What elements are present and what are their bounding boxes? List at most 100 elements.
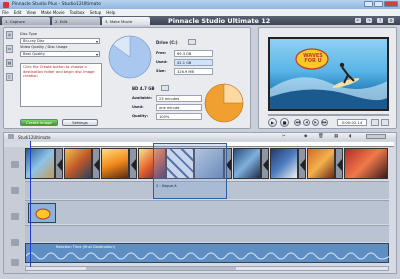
- bd-label: BD: [132, 86, 139, 91]
- play-button[interactable]: ▶: [268, 118, 277, 127]
- bd-stats: Available: 23 minutes Used: one minute Qua…: [132, 94, 202, 121]
- mode-bar: 1. Capture 2. Edit 3. Make Movie Pinnacl…: [0, 16, 400, 25]
- title-track-icon[interactable]: [11, 213, 19, 220]
- undo-icon[interactable]: ↶: [355, 18, 361, 23]
- soundtrack-clip[interactable]: Reaction Time (final Destination): [25, 243, 390, 263]
- video-track-icon[interactable]: [11, 161, 19, 168]
- volume-icon[interactable]: [381, 119, 389, 126]
- menu-bar: File Edit View Make Movie Toolbox Setup …: [0, 9, 400, 16]
- stop-button[interactable]: ■: [280, 118, 289, 127]
- video-clip[interactable]: [101, 148, 129, 179]
- transition-icon[interactable]: [129, 148, 137, 179]
- app-icon: [3, 1, 9, 8]
- scrubber-bar[interactable]: [268, 114, 389, 116]
- rewind-button[interactable]: ◀◀: [294, 119, 301, 126]
- fullscreen-icon[interactable]: [371, 119, 379, 126]
- timecode-display[interactable]: 0:00:02.14: [337, 119, 367, 126]
- tab-make-movie[interactable]: 3. Make Movie: [102, 17, 150, 25]
- video-clip[interactable]: [307, 148, 335, 179]
- video-clip[interactable]: [344, 148, 388, 179]
- grid-icon[interactable]: ▦: [334, 134, 338, 139]
- step-forward-button[interactable]: ▶: [312, 119, 319, 126]
- tab-edit[interactable]: 2. Edit: [52, 17, 100, 25]
- title-thumbnail: [35, 208, 51, 220]
- menu-toolbox[interactable]: Toolbox: [70, 10, 85, 15]
- marker-icon[interactable]: ◆: [304, 134, 307, 139]
- surfer-image: [270, 48, 387, 109]
- chevron-down-icon: ▾: [95, 52, 98, 57]
- fast-forward-button[interactable]: ▶▶: [321, 119, 328, 126]
- drive-free-value: 69.3 GB: [174, 49, 213, 57]
- audio-track-icon[interactable]: [11, 187, 19, 194]
- video-clip[interactable]: [64, 148, 92, 179]
- transition-icon[interactable]: [335, 148, 343, 179]
- close-button[interactable]: [384, 1, 398, 7]
- menu-help[interactable]: Help: [106, 10, 115, 15]
- title-clip[interactable]: [28, 203, 56, 223]
- timeline-scrollbar[interactable]: [25, 266, 389, 271]
- transition-icon[interactable]: [298, 148, 306, 179]
- timeline-view-icon[interactable]: [8, 134, 14, 139]
- film-icon[interactable]: ▤: [6, 59, 13, 67]
- window-title: Pinnacle Studio Plus - Studio12Ultimate: [12, 2, 101, 7]
- minimize-button[interactable]: [364, 1, 373, 7]
- quality-select[interactable]: Best Quality ▾: [20, 51, 100, 57]
- disc-type-select[interactable]: Blu-ray Disc ▾: [20, 38, 100, 44]
- video-clip[interactable]: [233, 148, 261, 179]
- menu-setup[interactable]: Setup: [90, 10, 102, 15]
- transition-icon[interactable]: [55, 148, 63, 179]
- disc-icon[interactable]: ◎: [6, 31, 13, 39]
- bd-used-value: one minute: [156, 103, 202, 111]
- playhead[interactable]: [30, 141, 31, 267]
- drive-title: Drive (C:): [156, 40, 178, 45]
- transition-icon[interactable]: [261, 148, 269, 179]
- selected-clip[interactable]: 2 : Segue A: [153, 143, 227, 199]
- bd-quality-value: 100%: [156, 112, 202, 120]
- menu-file[interactable]: File: [2, 10, 9, 15]
- bd-title: BD 4.7 GB: [132, 86, 155, 91]
- title-track[interactable]: [25, 200, 389, 224]
- preview-player: WAVES FOR U ▶ ■ ◀◀ ◀ ▶ ▶▶ 0:00:02.14: [258, 27, 397, 129]
- help-icon[interactable]: ?: [377, 18, 383, 23]
- menu-view[interactable]: View: [26, 10, 36, 15]
- narration-track-icon[interactable]: [11, 259, 19, 266]
- bd-usage-pie: [204, 83, 244, 123]
- music-track-icon[interactable]: [11, 239, 19, 246]
- menu-make-movie[interactable]: Make Movie: [41, 10, 65, 15]
- menu-edit[interactable]: Edit: [14, 10, 22, 15]
- app-title: Pinnacle Studio Ultimate 12: [168, 17, 271, 25]
- drive-size-label: Size:: [156, 69, 166, 73]
- transition-icon[interactable]: [92, 148, 100, 179]
- video-preview[interactable]: WAVES FOR U: [268, 37, 389, 111]
- settings-button[interactable]: Settings: [62, 119, 98, 126]
- quality-value: Best Quality: [23, 52, 45, 56]
- quality-label: Video Quality / Disc Usage: [20, 45, 68, 49]
- drive-used-label: Used:: [156, 60, 168, 64]
- zoom-slider[interactable]: [366, 134, 386, 139]
- scrollbar-thumb[interactable]: [86, 267, 236, 270]
- drive-size-value: 326.9 MB: [174, 67, 213, 75]
- trash-icon[interactable]: 🗑: [318, 134, 324, 139]
- logo-text: WAVES FOR U: [303, 53, 323, 64]
- settings-icon[interactable]: ⚙: [388, 18, 394, 23]
- folder-icon[interactable]: [188, 39, 196, 45]
- info-text-box: Click the Create button to choose a dest…: [20, 63, 102, 107]
- tab-capture[interactable]: 1. Capture: [2, 17, 50, 25]
- drive-free-label: Free:: [156, 51, 167, 55]
- bd-available-label: Available:: [132, 96, 152, 100]
- file-icon[interactable]: ▯: [6, 73, 13, 81]
- redo-icon[interactable]: ↷: [366, 18, 372, 23]
- drive-usage-pie: [108, 35, 152, 79]
- create-image-button[interactable]: Create image: [20, 119, 58, 126]
- speaker-icon[interactable]: ◖: [349, 134, 351, 139]
- step-back-button[interactable]: ◀: [303, 119, 310, 126]
- folder-icon[interactable]: ▭: [6, 45, 13, 53]
- bd-size: 4.7 GB: [139, 86, 155, 91]
- scissors-icon[interactable]: ✂: [282, 134, 286, 139]
- music-track[interactable]: [25, 225, 389, 242]
- video-clip[interactable]: [270, 148, 298, 179]
- clip-caption: 2 : Segue A: [156, 184, 177, 188]
- folder-icon[interactable]: [161, 85, 169, 91]
- maximize-button[interactable]: [374, 1, 383, 7]
- drive-stats: Free: 69.3 GB Used: 42.1 GB Size: 326.9 MB: [156, 49, 213, 76]
